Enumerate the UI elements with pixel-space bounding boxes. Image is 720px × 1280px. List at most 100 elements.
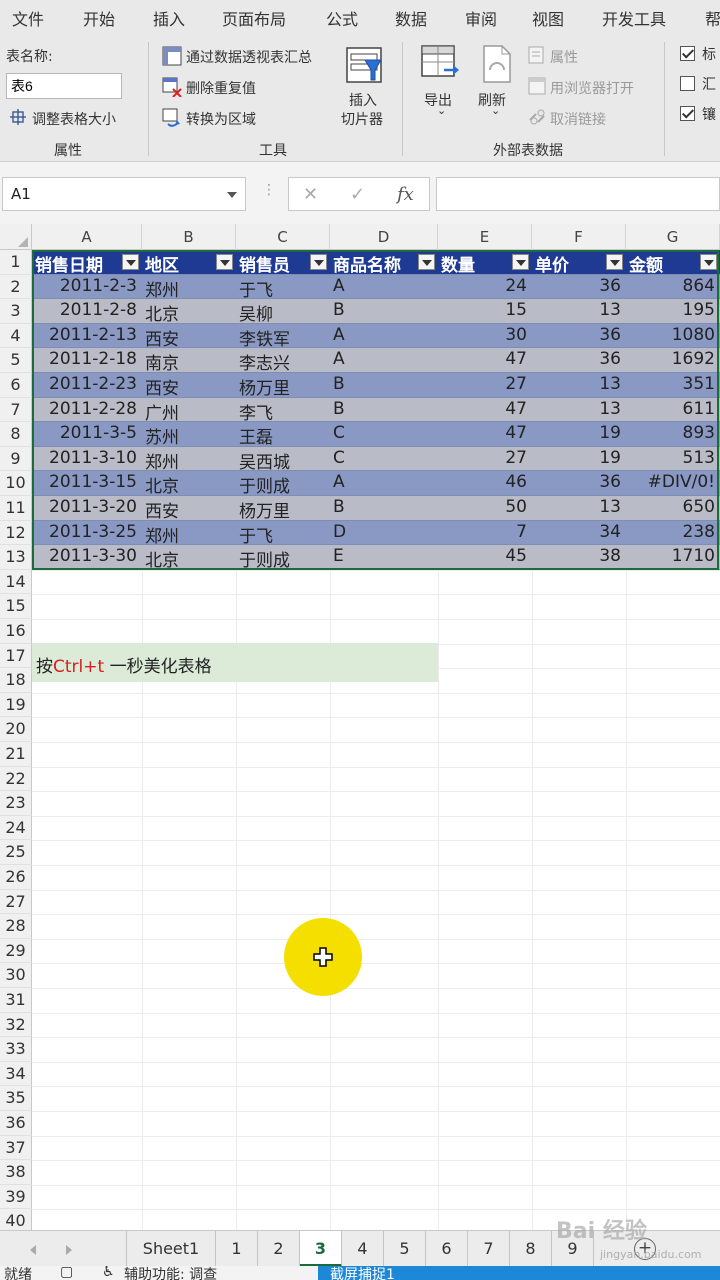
next-sheet-icon[interactable]: [66, 1245, 72, 1255]
cell-seller[interactable]: 于则成: [236, 545, 330, 570]
column-header-b[interactable]: B: [142, 224, 236, 250]
row-header[interactable]: 18: [0, 668, 32, 693]
cell-qty[interactable]: 45: [438, 545, 532, 570]
prev-sheet-icon[interactable]: [30, 1245, 36, 1255]
slicer-label-line1[interactable]: 插入: [349, 90, 377, 110]
more-options-icon[interactable]: ⋮: [262, 182, 276, 198]
cell-price[interactable]: 34: [532, 521, 626, 546]
cell-date[interactable]: 2011-3-15: [32, 471, 142, 496]
cell-date[interactable]: 2011-3-25: [32, 521, 142, 546]
row-header[interactable]: 34: [0, 1061, 32, 1087]
row-header[interactable]: 10: [0, 471, 32, 496]
cell-region[interactable]: 广州: [142, 398, 236, 423]
sheet-tab[interactable]: 7: [468, 1231, 510, 1267]
cell-region[interactable]: 郑州: [142, 521, 236, 546]
cell-amount[interactable]: 238: [626, 521, 720, 546]
row-header[interactable]: 39: [0, 1184, 32, 1210]
chevron-down-icon[interactable]: [227, 192, 237, 198]
cell-qty[interactable]: 47: [438, 398, 532, 423]
sheet-tab[interactable]: 5: [384, 1231, 426, 1267]
row-header[interactable]: 19: [0, 692, 32, 718]
tab-insert[interactable]: 插入: [153, 6, 185, 30]
cell-seller[interactable]: 吴西城: [236, 447, 330, 472]
chevron-down-icon[interactable]: ⌄: [437, 104, 446, 117]
cell-seller[interactable]: 李志兴: [236, 348, 330, 373]
cell-qty[interactable]: 7: [438, 521, 532, 546]
cell-qty[interactable]: 50: [438, 496, 532, 521]
row-header[interactable]: 20: [0, 717, 32, 742]
row-header[interactable]: 12: [0, 520, 32, 546]
cell-qty[interactable]: 30: [438, 324, 532, 349]
tab-help[interactable]: 帮: [705, 6, 720, 30]
row-header[interactable]: 11: [0, 496, 32, 521]
row-header[interactable]: 24: [0, 815, 32, 841]
cell-region[interactable]: 西安: [142, 496, 236, 521]
cell-seller[interactable]: 于则成: [236, 471, 330, 496]
column-header-g[interactable]: G: [626, 224, 720, 250]
cell-amount[interactable]: 351: [626, 373, 720, 398]
cell-qty[interactable]: 47: [438, 348, 532, 373]
sheet-tab[interactable]: Sheet1: [126, 1231, 216, 1267]
row-header[interactable]: 16: [0, 619, 32, 644]
cell-product[interactable]: A: [330, 471, 438, 496]
convert-to-range-button[interactable]: 转换为区域: [186, 109, 256, 129]
cell-seller[interactable]: 李飞: [236, 398, 330, 423]
cell-product[interactable]: D: [330, 521, 438, 546]
cell-price[interactable]: 19: [532, 447, 626, 472]
tab-formulas[interactable]: 公式: [326, 6, 358, 30]
cell-price[interactable]: 36: [532, 471, 626, 496]
cell-date[interactable]: 2011-2-8: [32, 299, 142, 324]
row-header[interactable]: 14: [0, 569, 32, 595]
cell-seller[interactable]: 于飞: [236, 521, 330, 546]
cell-region[interactable]: 郑州: [142, 447, 236, 472]
cell-amount[interactable]: 864: [626, 275, 720, 300]
row-header[interactable]: 5: [0, 348, 32, 373]
row-header[interactable]: 37: [0, 1135, 32, 1161]
open-in-browser-button[interactable]: 用浏览器打开: [550, 78, 634, 98]
tab-developer[interactable]: 开发工具: [602, 6, 666, 30]
cell-product[interactable]: A: [330, 275, 438, 300]
row-header[interactable]: 1: [0, 250, 32, 275]
cell-product[interactable]: B: [330, 398, 438, 423]
column-header-d[interactable]: D: [330, 224, 438, 250]
cell-qty[interactable]: 47: [438, 422, 532, 447]
filter-dropdown-icon[interactable]: [606, 254, 623, 270]
cell-qty[interactable]: 27: [438, 447, 532, 472]
cell-product[interactable]: C: [330, 422, 438, 447]
cell-amount[interactable]: #DIV/0!: [626, 471, 720, 496]
cell-date[interactable]: 2011-3-20: [32, 496, 142, 521]
row-header[interactable]: 30: [0, 963, 32, 988]
cell-product[interactable]: C: [330, 447, 438, 472]
cell-amount[interactable]: 1080: [626, 324, 720, 349]
properties-button[interactable]: 属性: [550, 47, 578, 67]
row-header[interactable]: 13: [0, 545, 32, 570]
row-header[interactable]: 40: [0, 1209, 32, 1230]
cell-qty[interactable]: 46: [438, 471, 532, 496]
filter-dropdown-icon[interactable]: [512, 254, 529, 270]
cell-region[interactable]: 南京: [142, 348, 236, 373]
tab-review[interactable]: 审阅: [465, 6, 497, 30]
cell-product[interactable]: B: [330, 299, 438, 324]
cell-seller[interactable]: 于飞: [236, 275, 330, 300]
row-header[interactable]: 33: [0, 1037, 32, 1062]
filter-dropdown-icon[interactable]: [310, 254, 327, 270]
column-header-f[interactable]: F: [532, 224, 626, 250]
row-header[interactable]: 36: [0, 1111, 32, 1136]
cell-seller[interactable]: 王磊: [236, 422, 330, 447]
slicer-label-line2[interactable]: 切片器: [341, 109, 383, 129]
row-header[interactable]: 35: [0, 1086, 32, 1111]
cell-price[interactable]: 36: [532, 348, 626, 373]
cell-amount[interactable]: 1692: [626, 348, 720, 373]
total-row-checkbox[interactable]: [680, 76, 695, 91]
row-header[interactable]: 29: [0, 938, 32, 964]
cell-product[interactable]: A: [330, 348, 438, 373]
header-row-checkbox[interactable]: [680, 46, 695, 61]
tab-file[interactable]: 文件: [12, 6, 44, 30]
sheet-tab[interactable]: 3: [300, 1231, 342, 1267]
row-header[interactable]: 2: [0, 274, 32, 300]
table-name-input[interactable]: [6, 73, 122, 99]
cell-price[interactable]: 36: [532, 275, 626, 300]
cell-seller[interactable]: 吴柳: [236, 299, 330, 324]
filter-dropdown-icon[interactable]: [418, 254, 435, 270]
insert-function-icon[interactable]: fx: [397, 184, 414, 205]
